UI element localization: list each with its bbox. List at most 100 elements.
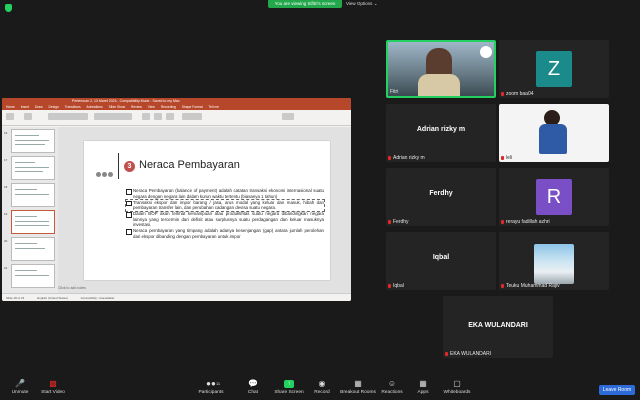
slide-bullet: Neraca pembayaran yang timpang adalah ad… — [126, 228, 324, 239]
slide-bullet: Neraca Pembayaran (balance of payment) a… — [126, 188, 324, 199]
slide-thumbnail[interactable] — [11, 264, 55, 288]
ribbon-tab[interactable]: Transitions — [65, 105, 81, 109]
mic-muted-icon — [501, 91, 504, 96]
thumb-number: 16 — [4, 131, 8, 135]
participants-count: 11 — [216, 381, 221, 386]
current-slide[interactable]: 3 Neraca Pembayaran Neraca Pembayaran (b… — [84, 141, 330, 280]
ribbon-tab[interactable]: Home — [6, 105, 15, 109]
ribbon-tab[interactable]: Insert — [21, 105, 29, 109]
mic-muted-icon — [501, 155, 504, 160]
paragraph-controls[interactable] — [94, 113, 132, 120]
participant-name-label: Teuku Muhammad Rajiv — [501, 283, 560, 289]
participant-tile-active-speaker[interactable]: Fitri — [386, 40, 496, 98]
participants-icon: ●● — [206, 379, 216, 388]
thumb-number: 21 — [4, 266, 8, 270]
record-button[interactable]: ◉ Record — [302, 380, 342, 396]
slide-bullet: Transaksi ekspor dan impor barang / jasa… — [125, 198, 325, 212]
avatar: R — [536, 179, 572, 215]
slide-thumbnail-selected[interactable] — [11, 210, 55, 234]
ribbon-tab[interactable]: Shape Format — [182, 105, 203, 109]
ribbon-tab[interactable]: Draw — [35, 105, 43, 109]
slide-thumbnail-pane[interactable]: 16 17 18 19 20 21 — [2, 127, 58, 293]
ppt-ribbon-toolbar — [2, 110, 351, 126]
slide-bullet: Dalam BOP akan terlihat kemampuan atau p… — [126, 211, 324, 228]
whiteboards-icon: ▢ — [453, 379, 461, 388]
shapes-icon[interactable] — [142, 113, 150, 120]
view-options-label: View Options — [346, 1, 373, 6]
leave-room-button[interactable]: Leave Room — [599, 385, 635, 395]
avatar: Z — [536, 51, 572, 87]
chat-button[interactable]: 💬 Chat — [233, 379, 273, 396]
ribbon-tab[interactable]: Animations — [86, 105, 102, 109]
slide-title[interactable]: Neraca Pembayaran — [139, 159, 240, 171]
ribbon-tab[interactable]: Tell me — [209, 105, 219, 109]
participant-tile[interactable]: R rerayu fadillah azhri — [499, 168, 609, 226]
participant-name-label: Fitri — [390, 89, 399, 95]
reactions-icon: ☺ — [387, 379, 397, 388]
ribbon-tab[interactable]: Review — [131, 105, 142, 109]
font-controls[interactable] — [48, 113, 88, 120]
start-video-button[interactable]: ▩ Start Video — [33, 379, 73, 396]
participant-tile[interactable]: Ferdhy Ferdhy — [386, 168, 496, 226]
slide-thumbnail[interactable] — [11, 183, 55, 207]
mic-muted-icon — [501, 219, 504, 224]
ribbon-tab[interactable]: View — [148, 105, 155, 109]
apps-icon: ▦ — [419, 379, 427, 388]
slide-thumbnail[interactable] — [11, 129, 55, 153]
participant-tile[interactable]: Z zoom baa04 — [499, 40, 609, 98]
security-shield-icon[interactable] — [5, 4, 12, 12]
quick-styles-icon[interactable] — [166, 113, 174, 120]
chevron-down-icon: ⌄ — [373, 1, 378, 6]
participant-name-label: EKA WULANDARI — [445, 351, 491, 357]
ppt-document-title: Pertemuan 2, 13 Maret 2024 - Compatibili… — [72, 99, 180, 103]
viewing-screen-banner: You are viewing Sifitri's screen — [268, 0, 342, 8]
profile-photo-body — [539, 124, 567, 154]
participant-tile[interactable]: leli — [499, 104, 609, 162]
mic-muted-icon — [388, 283, 391, 288]
slide-thumbnail[interactable] — [11, 156, 55, 180]
participant-name-label: Adrian rizky m — [388, 155, 425, 161]
accessibility-status[interactable]: Accessibility: Unavailable — [81, 296, 115, 300]
view-options-button[interactable]: View Options ⌄ — [346, 0, 382, 8]
thumb-number: 17 — [4, 158, 8, 162]
mic-muted-icon — [445, 351, 448, 356]
ribbon-tab[interactable]: Slide Show — [109, 105, 126, 109]
share-screen-icon: ↑ — [284, 380, 294, 388]
slide-divider — [118, 153, 119, 179]
ribbon-tab[interactable]: Design — [49, 105, 59, 109]
arrange-icon[interactable] — [154, 113, 162, 120]
slide-count: Slide 18 of 24 — [6, 296, 25, 300]
participant-name-label: zoom baa04 — [501, 91, 534, 97]
mic-muted-icon — [388, 155, 391, 160]
slide-decoration-dots — [96, 164, 114, 182]
logo-icon — [480, 46, 492, 58]
whiteboards-button[interactable]: ▢ Whiteboards — [437, 379, 477, 396]
design-ideas-icon[interactable] — [282, 113, 294, 120]
shape-fill-icon[interactable] — [182, 113, 202, 120]
thumb-number: 19 — [4, 212, 8, 216]
new-slide-icon[interactable] — [24, 113, 32, 120]
participant-tile[interactable]: Iqbal Iqbal — [386, 232, 496, 290]
mic-muted-icon — [388, 219, 391, 224]
slide-body-text[interactable]: Neraca Pembayaran (balance of payment) a… — [125, 188, 325, 240]
slide-notes-placeholder[interactable]: Click to add notes — [58, 286, 86, 290]
participant-display-name: Ferdhy — [429, 190, 453, 197]
slide-number-badge: 3 — [124, 161, 135, 172]
participant-name-label: rerayu fadillah azhri — [501, 219, 550, 225]
paste-icon[interactable] — [6, 113, 14, 120]
participant-tile[interactable]: Teuku Muhammad Rajiv — [499, 232, 609, 290]
slide-thumbnail[interactable] — [11, 237, 55, 261]
microphone-muted-icon: 🎤 — [15, 379, 25, 388]
participant-display-name: Iqbal — [432, 254, 450, 261]
participants-button[interactable]: ●● Participants — [191, 379, 231, 396]
chat-icon: 💬 — [248, 379, 258, 388]
participant-tile[interactable]: Adrian rizky m Adrian rizky m — [386, 104, 496, 162]
participant-name-label: Ferdhy — [388, 219, 409, 225]
ribbon-tab[interactable]: Recording — [161, 105, 176, 109]
participant-tile[interactable]: EKA WULANDARI EKA WULANDARI — [443, 296, 553, 358]
thumb-number: 18 — [4, 185, 8, 189]
language-status[interactable]: English (United States) — [37, 296, 68, 300]
participant-display-name: EKA WULANDARI — [468, 322, 528, 329]
participant-display-name: Adrian rizky m — [416, 126, 466, 133]
video-off-icon: ▩ — [49, 379, 57, 388]
